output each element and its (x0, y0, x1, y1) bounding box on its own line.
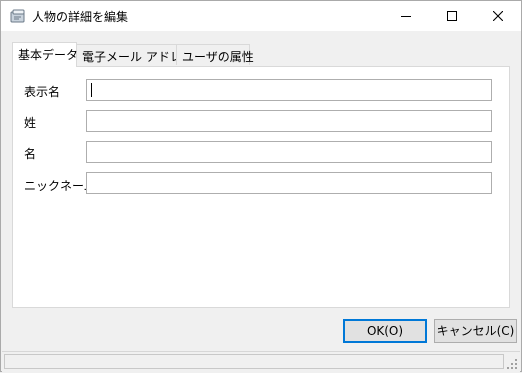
last-name-label: 姓 (24, 116, 37, 130)
maximize-icon (447, 11, 457, 21)
minimize-button[interactable] (383, 1, 429, 31)
ok-button[interactable]: OK(O) (343, 319, 427, 343)
close-button[interactable] (475, 1, 521, 31)
edit-person-dialog: 人物の詳細を編集 基本データ 電子メール アドレス ユーザの属性 表示名 姓 名… (0, 0, 522, 372)
first-name-field[interactable] (86, 141, 492, 163)
address-book-icon (10, 9, 26, 23)
minimize-icon (401, 16, 411, 17)
tab-user-attributes[interactable]: ユーザの属性 (176, 44, 254, 65)
display-name-field[interactable] (86, 79, 492, 101)
tab-email-address[interactable]: 電子メール アドレス (76, 44, 194, 65)
first-name-label: 名 (24, 147, 37, 161)
tab-basic-data[interactable]: 基本データ (12, 42, 78, 67)
status-bar (2, 351, 520, 372)
status-cell (4, 354, 504, 369)
text-caret (91, 83, 92, 97)
maximize-button[interactable] (429, 1, 475, 31)
basic-data-panel: 表示名 姓 名 ニックネーム (12, 66, 510, 308)
nickname-label: ニックネーム (24, 179, 96, 193)
window-title: 人物の詳細を編集 (32, 10, 129, 24)
cancel-button[interactable]: キャンセル(C) (434, 319, 517, 343)
nickname-field[interactable] (86, 172, 492, 194)
close-icon (493, 11, 503, 21)
resize-grip-icon[interactable] (506, 358, 518, 370)
display-name-label: 表示名 (24, 85, 61, 99)
last-name-field[interactable] (86, 110, 492, 132)
title-bar: 人物の詳細を編集 (1, 1, 521, 31)
